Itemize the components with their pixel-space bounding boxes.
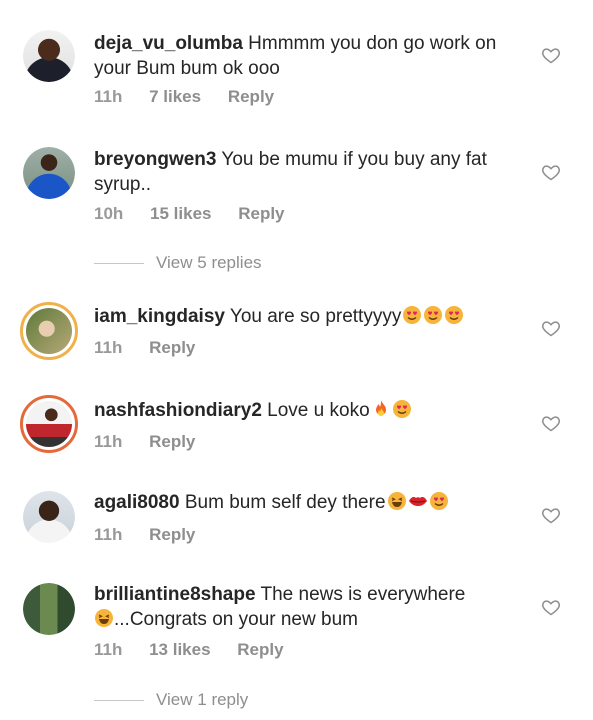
reply-button[interactable]: Reply [238, 204, 284, 223]
reply-button[interactable]: Reply [237, 640, 283, 659]
timestamp: 11h [94, 432, 123, 451]
avatar[interactable] [23, 147, 75, 199]
avatar[interactable] [23, 491, 75, 543]
heart-eyes-emoji [445, 306, 464, 324]
heart-outline-icon[interactable] [541, 597, 561, 617]
reply-button[interactable]: Reply [149, 338, 195, 357]
divider-line [94, 700, 144, 702]
username-link[interactable]: nashfashiondiary2 [94, 400, 262, 421]
comment-text: deja_vu_olumba Hmmmm you don go work on … [94, 31, 524, 81]
avatar[interactable] [20, 395, 78, 453]
comment-body: The news is everywhere [260, 584, 466, 605]
comment-meta: 11h 13 likes Reply [94, 640, 306, 660]
username-link[interactable]: iam_kingdaisy [94, 306, 225, 327]
laughing-emoji [95, 609, 113, 627]
comment-item: iam_kingdaisy You are so prettyyyy 11h R… [0, 280, 593, 380]
comment-text: nashfashiondiary2 Love u koko [94, 398, 524, 423]
heart-eyes-emoji [403, 306, 422, 324]
comment-text: breyongwen3 You be mumu if you buy any f… [94, 147, 524, 197]
heart-outline-icon[interactable] [541, 45, 561, 65]
comment-meta: 11h 7 likes Reply [94, 87, 296, 107]
comment-body: Love u koko [267, 400, 370, 421]
heart-outline-icon[interactable] [541, 413, 561, 433]
fire-emoji [375, 400, 386, 416]
comment-item: agali8080 Bum bum self dey there 11h Rep… [0, 475, 593, 570]
comment-meta: 10h 15 likes Reply [94, 204, 307, 224]
likes-count[interactable]: 7 likes [149, 87, 201, 106]
comment-body: Bum bum self dey there [184, 492, 386, 513]
comment-text: agali8080 Bum bum self dey there [94, 490, 524, 515]
heart-outline-icon[interactable] [541, 505, 561, 525]
username-link[interactable]: agali8080 [94, 492, 180, 513]
view-replies-button[interactable]: View 1 reply [94, 690, 248, 710]
avatar[interactable] [20, 302, 78, 360]
username-link[interactable]: breyongwen3 [94, 149, 216, 170]
timestamp: 11h [94, 87, 123, 106]
heart-eyes-emoji [424, 306, 443, 324]
comment-item: deja_vu_olumba Hmmmm you don go work on … [0, 0, 593, 120]
comment-item: nashfashiondiary2 Love u koko 11h Reply [0, 380, 593, 475]
comment-body-continued: ...Congrats on your new bum [114, 609, 358, 630]
reply-button[interactable]: Reply [149, 525, 195, 544]
reply-button[interactable]: Reply [149, 432, 195, 451]
heart-eyes-emoji [429, 492, 448, 510]
heart-outline-icon[interactable] [541, 318, 561, 338]
timestamp: 11h [94, 525, 123, 544]
timestamp: 11h [94, 338, 123, 357]
view-replies-label: View 5 replies [156, 253, 262, 272]
avatar[interactable] [23, 583, 75, 635]
username-link[interactable]: deja_vu_olumba [94, 33, 243, 54]
comment-meta: 11h Reply [94, 432, 217, 452]
view-replies-button[interactable]: View 5 replies [94, 253, 262, 273]
timestamp: 11h [94, 640, 123, 659]
comment-meta: 11h Reply [94, 338, 217, 358]
likes-count[interactable]: 15 likes [150, 204, 211, 223]
reply-button[interactable]: Reply [228, 87, 274, 106]
comment-text: iam_kingdaisy You are so prettyyyy [94, 304, 524, 329]
comment-item: brilliantine8shape The news is everywher… [0, 570, 593, 720]
avatar[interactable] [23, 30, 75, 82]
heart-outline-icon[interactable] [541, 162, 561, 182]
view-replies-label: View 1 reply [156, 690, 249, 709]
username-link[interactable]: brilliantine8shape [94, 584, 256, 605]
comment-item: breyongwen3 You be mumu if you buy any f… [0, 120, 593, 280]
comment-text: brilliantine8shape The news is everywher… [94, 582, 524, 632]
heart-eyes-emoji [392, 400, 411, 418]
kiss-lips-emoji [408, 497, 427, 506]
likes-count[interactable]: 13 likes [149, 640, 210, 659]
timestamp: 10h [94, 204, 124, 223]
comment-body: You are so prettyyyy [229, 306, 402, 327]
divider-line [94, 263, 144, 265]
laughing-emoji [387, 492, 406, 510]
comment-meta: 11h Reply [94, 525, 217, 545]
